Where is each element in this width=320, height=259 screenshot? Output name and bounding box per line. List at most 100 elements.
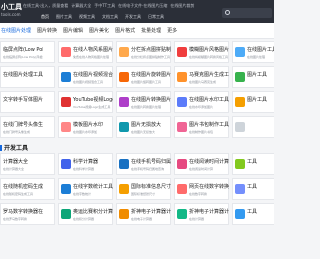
- nav-doc-tools[interactable]: 文档工具: [102, 14, 118, 20]
- tool-card[interactable]: 在线图片工具在线图片处理: [232, 41, 274, 63]
- tool-card[interactable]: 在线图片旋转图片工具在线图片旋转图片工具: [116, 66, 171, 88]
- tool-card[interactable]: 奥运比赛积分计算器在线积分计算器: [58, 203, 113, 225]
- tool-title: 在线图片水印工具: [189, 97, 229, 103]
- tool-card[interactable]: 在线图片水印工具 在线水印添加图片: [174, 91, 229, 113]
- tool-card[interactable]: 模糊图片风格图片生成在线将模糊图片转换风格工具: [174, 41, 229, 63]
- search-icon[interactable]: [225, 10, 230, 15]
- tool-title: 工具: [247, 209, 258, 215]
- site-logo[interactable]: 小工具: [1, 2, 22, 12]
- tool-title: 在线图片视频混合图片工具: [73, 72, 113, 78]
- tool-icon: [61, 159, 71, 169]
- tool-description: 在线罗马数字转换: [3, 217, 28, 221]
- tool-description: 在线临屏点阵(Low Poly)风格生成: [3, 55, 43, 59]
- tool-icon: [61, 47, 71, 57]
- tool-card[interactable]: 折神电子计算器计算在线计算器: [174, 203, 229, 225]
- tool-icon: [177, 47, 187, 57]
- tool-card[interactable]: 在线随机密码生成 在线随机密码生成工具: [0, 178, 55, 200]
- breadcrumb-item[interactable]: 在线图片裁剪: [170, 3, 194, 9]
- tool-description: 在线门牌号头像生成: [3, 130, 31, 134]
- tab-image-beautify[interactable]: 图片美化: [89, 27, 109, 34]
- tool-card[interactable]: 在线人物风系图片工具免费在线人物风格图片处理: [58, 41, 113, 63]
- tool-card[interactable]: YouTube视频Logo生成... YouTube视频Logo生成工具: [58, 91, 113, 113]
- search-box[interactable]: [222, 8, 272, 18]
- tool-title: 在线手机号码归属地: [131, 159, 171, 165]
- tool-title: 在线字数统计工具: [73, 184, 113, 190]
- tool-title: 在线人物风系图片工具: [73, 47, 113, 53]
- tool-icon: [119, 209, 129, 219]
- tool-card[interactable]: 网页在线数字转换工具在线数字转换: [174, 178, 229, 200]
- nav-daily-tools[interactable]: 日常工具: [148, 14, 164, 20]
- tab-image-processing[interactable]: 在线图片处理: [1, 27, 31, 34]
- tool-description: 在线图片马赛克生成: [189, 80, 217, 84]
- tool-icon: [61, 209, 71, 219]
- tool-card[interactable]: 图片工具: [232, 66, 274, 88]
- nav-video-tools[interactable]: 视频工具: [79, 14, 95, 20]
- tool-title: 图片无损放大: [131, 122, 162, 128]
- breadcrumb-item[interactable]: 在线工具·出入，质量查看: [23, 3, 68, 9]
- tool-card[interactable]: 科学计算器 在线科学计算器: [58, 153, 113, 175]
- tool-icon: [235, 184, 245, 194]
- tool-card[interactable]: 罗马数字转换器在线... 在线罗马数字转换: [0, 203, 55, 225]
- top-header: 小工具 tools.com 在线工具·出入，质量查看 计算器大全 手中TT工具 …: [0, 0, 274, 23]
- tool-icon: [235, 122, 245, 132]
- tool-card[interactable]: 在线手机号码归属地在线手机号码归属地查询: [116, 153, 171, 175]
- tool-card[interactable]: 在线图片转换图片... 在线图片转换图片处理: [116, 91, 171, 113]
- tool-card[interactable]: 折神电子计算器计算在线电子计算器: [116, 203, 171, 225]
- tab-batch[interactable]: 批量处理: [141, 27, 161, 34]
- tool-card[interactable]: 马赛克图片生成工具在线图片马赛克生成: [174, 66, 229, 88]
- tool-description: 在线图片水印添加: [73, 130, 98, 134]
- tool-card[interactable]: 在线字数统计工具 在线字数统计: [58, 178, 113, 200]
- tool-description: 在线计算器大全: [3, 167, 25, 171]
- tab-image-convert[interactable]: 图片转换: [37, 27, 57, 34]
- tool-icon: [235, 97, 245, 107]
- page: 小工具 tools.com 在线工具·出入，质量查看 计算器大全 手中TT工具 …: [0, 0, 274, 259]
- tool-title: 折神电子计算器计算: [131, 209, 171, 215]
- tool-title: 文字转手写体图片字体...: [3, 97, 43, 103]
- breadcrumb-item[interactable]: 在线电子文件·在线图片压缩: [118, 3, 167, 9]
- nav-image-tools[interactable]: 图片工具: [56, 14, 72, 20]
- tool-card[interactable]: [232, 116, 274, 138]
- tool-card[interactable]: 临屏点阵(Low Poly)... 在线临屏点阵(Low Poly)风格生成: [0, 41, 55, 63]
- tool-title: 分栏拆点图拼贴制作: [131, 47, 171, 53]
- tool-icon: [235, 209, 245, 219]
- nav-dev-tools[interactable]: 开发工具: [125, 14, 141, 20]
- tool-icon: [61, 122, 71, 132]
- tool-icon: [177, 97, 187, 107]
- tab-more[interactable]: 更多: [167, 27, 177, 34]
- tool-card[interactable]: 工具: [232, 203, 274, 225]
- tool-icon: [61, 184, 71, 194]
- tab-image-edit[interactable]: 图片编辑: [63, 27, 83, 34]
- tool-card[interactable]: 工具: [232, 153, 274, 175]
- tool-title: 马赛克图片生成工具: [189, 72, 229, 78]
- tool-card[interactable]: 计算器大全在线计算器大全: [0, 153, 55, 175]
- tool-icon: [177, 209, 187, 219]
- nav-home[interactable]: 首页: [41, 14, 49, 20]
- breadcrumb-item[interactable]: 计算器大全: [71, 3, 91, 9]
- tool-title: 计算器大全: [3, 159, 29, 165]
- tool-card[interactable]: 图片无损放大 在线图片无损放大: [116, 116, 171, 138]
- tool-icon: [177, 159, 187, 169]
- tool-card[interactable]: 国际标准信息尺寸... 国际标准纸张尺寸: [116, 178, 171, 200]
- section-title-dev: 开发工具: [0, 143, 28, 152]
- tool-description: 在线制作图片书包: [189, 130, 214, 134]
- tool-card[interactable]: 在线图片视频混合图片工具在线图片视频混合工具: [58, 66, 113, 88]
- tool-card[interactable]: 模板图片水印 在线图片水印添加: [58, 116, 113, 138]
- tool-card[interactable]: 图片工具: [232, 91, 274, 113]
- tool-title: 科学计算器: [73, 159, 99, 165]
- tool-card[interactable]: 在线图片处理工具: [0, 66, 55, 88]
- tab-image-format[interactable]: 图片格式: [115, 27, 135, 34]
- tool-card[interactable]: 在线门牌号头像生成器在线门牌号头像生成: [0, 116, 55, 138]
- section-title-text: 开发工具: [4, 145, 29, 152]
- tool-card[interactable]: 在线阅读时间计算 在线阅读时间计算: [174, 153, 229, 175]
- tool-description: 在线电子计算器: [131, 217, 153, 221]
- tool-icon: [235, 72, 245, 82]
- tool-card[interactable]: 文字转手写体图片字体...: [0, 91, 55, 113]
- tool-card[interactable]: 工具: [232, 178, 274, 200]
- tool-icon: [235, 159, 245, 169]
- breadcrumb-item[interactable]: 手中TT工具: [94, 3, 115, 9]
- tool-description: 在线数字转换: [189, 192, 208, 196]
- top-navigation: 首页 图片工具 视频工具 文档工具 开发工具 日常工具: [41, 14, 164, 20]
- tool-card[interactable]: 分栏拆点图拼贴制作在线分栏拆点图拼贴制作工具: [116, 41, 171, 63]
- tool-description: 在线阅读时间计算: [189, 167, 214, 171]
- tool-card[interactable]: 图片书包制作工具 在线制作图片书包: [174, 116, 229, 138]
